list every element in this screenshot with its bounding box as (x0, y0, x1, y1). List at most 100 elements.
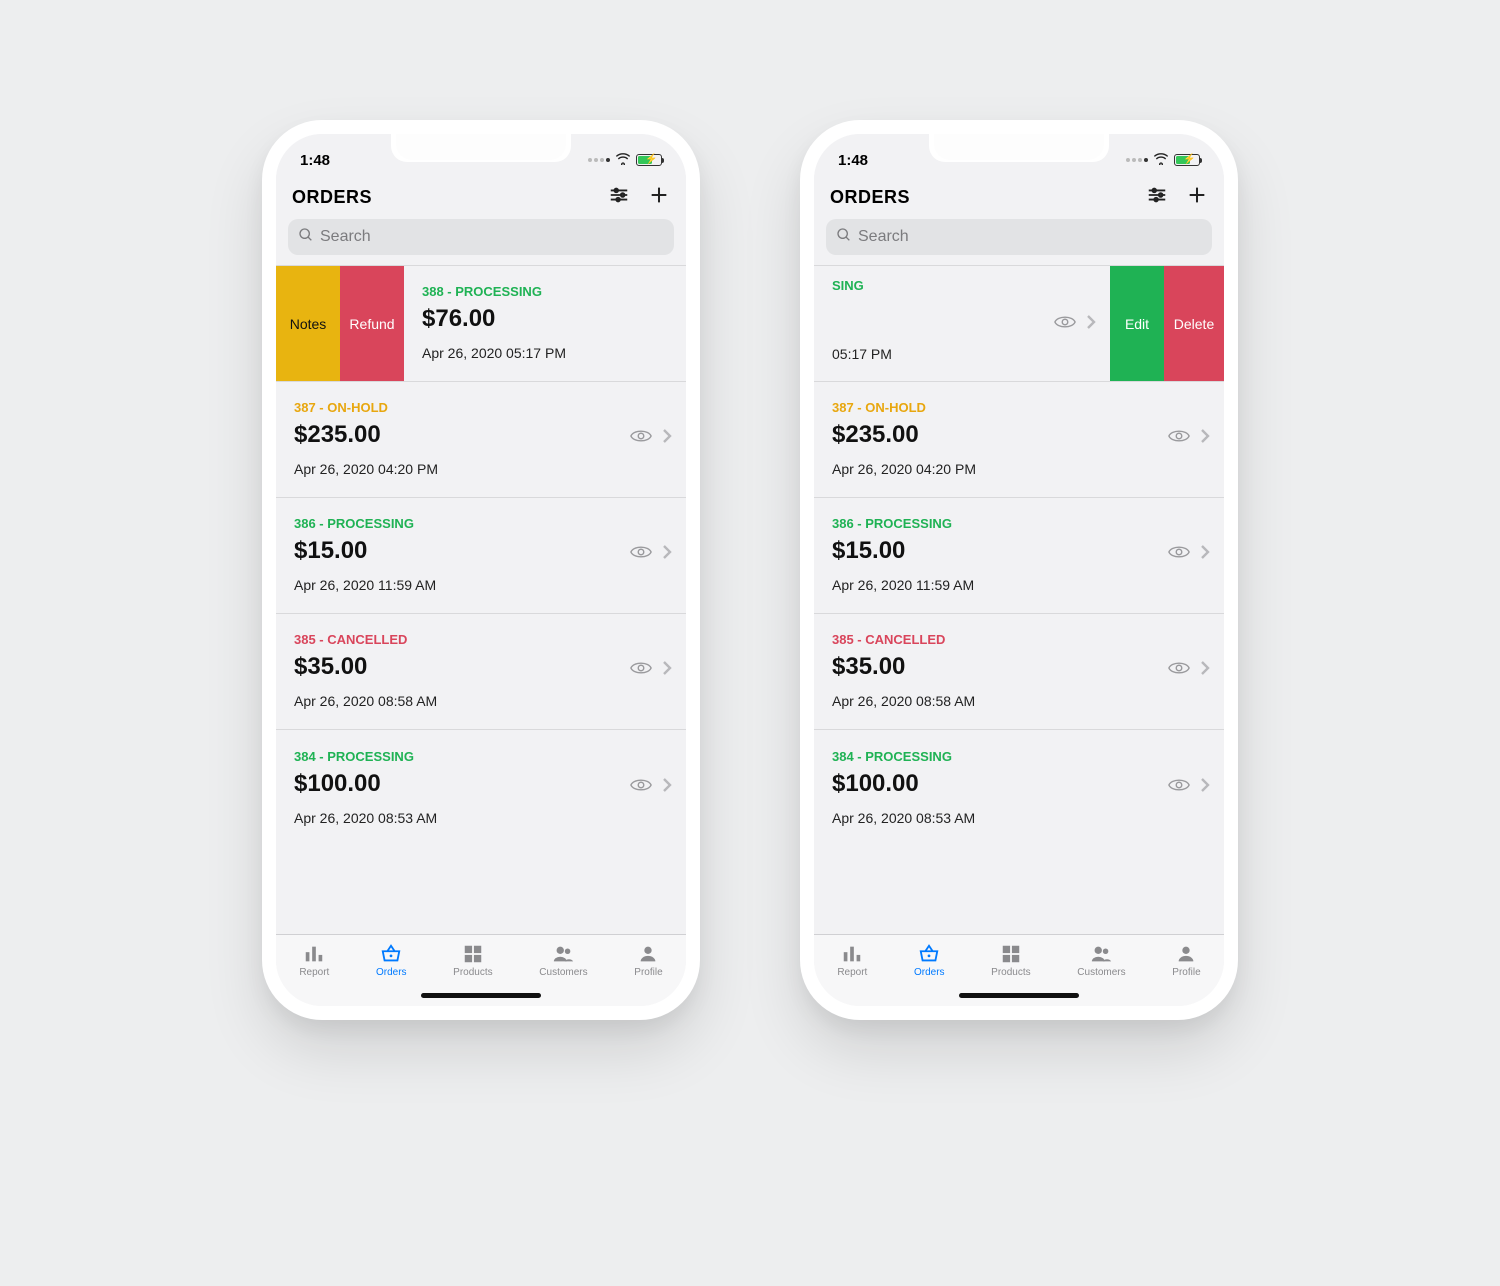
tab-label: Customers (1077, 967, 1125, 978)
tab-label: Profile (634, 967, 662, 978)
battery-icon: ⚡ (1174, 154, 1200, 166)
order-status: 387 - ON-HOLD (294, 400, 438, 415)
chevron-right-icon[interactable] (1200, 777, 1210, 798)
add-button[interactable] (1186, 184, 1208, 211)
order-row[interactable]: 385 - CANCELLED $35.00 Apr 26, 2020 08:5… (814, 614, 1224, 730)
eye-icon[interactable] (1168, 777, 1190, 798)
tab-customers[interactable]: Customers (539, 943, 587, 978)
tab-label: Report (299, 967, 329, 978)
search-input[interactable]: Search (826, 219, 1212, 255)
report-icon (303, 943, 325, 965)
order-amount: $100.00 (832, 770, 975, 798)
order-status: 385 - CANCELLED (832, 632, 975, 647)
order-row[interactable]: 384 - PROCESSING $100.00 Apr 26, 2020 08… (814, 730, 1224, 846)
chevron-right-icon[interactable] (662, 777, 672, 798)
tab-label: Products (991, 967, 1030, 978)
filter-button[interactable] (608, 184, 630, 211)
swipe-edit-button[interactable]: Edit (1110, 266, 1164, 381)
order-date: Apr 26, 2020 04:20 PM (294, 461, 438, 477)
eye-icon[interactable] (630, 777, 652, 798)
tab-customers[interactable]: Customers (1077, 943, 1125, 978)
order-date: Apr 26, 2020 08:53 AM (294, 810, 437, 826)
order-row[interactable]: 385 - CANCELLED $35.00 Apr 26, 2020 08:5… (276, 614, 686, 730)
tab-bar: Report Orders Products Customers Profile (276, 934, 686, 1006)
eye-icon[interactable] (1168, 660, 1190, 681)
order-amount: $15.00 (294, 537, 436, 565)
users-icon (552, 943, 574, 965)
basket-icon (918, 943, 940, 965)
search-placeholder: Search (320, 228, 371, 246)
users-icon (1090, 943, 1112, 965)
eye-icon[interactable] (1054, 314, 1076, 335)
chevron-right-icon[interactable] (662, 544, 672, 565)
order-amount: $76.00 (422, 305, 566, 333)
order-row[interactable]: 387 - ON-HOLD $235.00 Apr 26, 2020 04:20… (276, 382, 686, 498)
order-time-fragment: 05:17 PM (832, 346, 892, 362)
order-date: Apr 26, 2020 08:58 AM (294, 693, 437, 709)
order-row[interactable]: Notes Refund 388 - PROCESSING $76.00 Apr… (276, 266, 686, 382)
order-amount: $235.00 (832, 421, 976, 449)
chevron-right-icon[interactable] (1200, 428, 1210, 449)
order-status: 386 - PROCESSING (832, 516, 974, 531)
chevron-right-icon[interactable] (1086, 314, 1096, 335)
tab-products[interactable]: Products (453, 943, 492, 978)
order-amount: $235.00 (294, 421, 438, 449)
swipe-delete-button[interactable]: Delete (1164, 266, 1224, 381)
status-time: 1:48 (300, 152, 330, 169)
basket-icon (380, 943, 402, 965)
filter-button[interactable] (1146, 184, 1168, 211)
order-amount: $35.00 (832, 653, 975, 681)
order-status: 385 - CANCELLED (294, 632, 437, 647)
home-indicator[interactable] (421, 993, 541, 998)
chevron-right-icon[interactable] (1200, 544, 1210, 565)
eye-icon[interactable] (630, 544, 652, 565)
eye-icon[interactable] (1168, 544, 1190, 565)
eye-icon[interactable] (1168, 428, 1190, 449)
tab-report[interactable]: Report (299, 943, 329, 978)
order-amount: $100.00 (294, 770, 437, 798)
phone-mockup-left: 1:48 ⚡ ORDERS Search (262, 120, 700, 1020)
order-date: Apr 26, 2020 11:59 AM (294, 577, 436, 593)
chevron-right-icon[interactable] (1200, 660, 1210, 681)
swipe-notes-button[interactable]: Notes (276, 266, 340, 381)
tab-report[interactable]: Report (837, 943, 867, 978)
eye-icon[interactable] (630, 428, 652, 449)
tab-profile[interactable]: Profile (634, 943, 662, 978)
screen-header: ORDERS (276, 178, 686, 219)
tab-orders[interactable]: Orders (376, 943, 407, 978)
swipe-refund-button[interactable]: Refund (340, 266, 404, 381)
tab-label: Orders (376, 967, 407, 978)
profile-icon (637, 943, 659, 965)
add-button[interactable] (648, 184, 670, 211)
orders-list[interactable]: Notes Refund 388 - PROCESSING $76.00 Apr… (276, 265, 686, 934)
order-row[interactable]: 384 - PROCESSING $100.00 Apr 26, 2020 08… (276, 730, 686, 846)
order-date: Apr 26, 2020 11:59 AM (832, 577, 974, 593)
order-row[interactable]: SING 05:17 PM Edit Delete (814, 266, 1224, 382)
order-status: 384 - PROCESSING (832, 749, 975, 764)
tab-label: Report (837, 967, 867, 978)
order-row[interactable]: 387 - ON-HOLD $235.00 Apr 26, 2020 04:20… (814, 382, 1224, 498)
tab-label: Customers (539, 967, 587, 978)
chevron-right-icon[interactable] (662, 660, 672, 681)
cellular-icon (1126, 158, 1148, 162)
tab-bar: Report Orders Products Customers Profile (814, 934, 1224, 1006)
tab-orders[interactable]: Orders (914, 943, 945, 978)
order-row[interactable]: 386 - PROCESSING $15.00 Apr 26, 2020 11:… (276, 498, 686, 614)
tab-profile[interactable]: Profile (1172, 943, 1200, 978)
chevron-right-icon[interactable] (662, 428, 672, 449)
eye-icon[interactable] (630, 660, 652, 681)
battery-icon: ⚡ (636, 154, 662, 166)
tab-label: Profile (1172, 967, 1200, 978)
order-status: 388 - PROCESSING (422, 284, 566, 299)
order-row[interactable]: 386 - PROCESSING $15.00 Apr 26, 2020 11:… (814, 498, 1224, 614)
profile-icon (1175, 943, 1197, 965)
status-time: 1:48 (838, 152, 868, 169)
tab-label: Orders (914, 967, 945, 978)
order-status: 387 - ON-HOLD (832, 400, 976, 415)
orders-list[interactable]: SING 05:17 PM Edit Delete (814, 265, 1224, 934)
tab-products[interactable]: Products (991, 943, 1030, 978)
home-indicator[interactable] (959, 993, 1079, 998)
tab-label: Products (453, 967, 492, 978)
report-icon (841, 943, 863, 965)
search-input[interactable]: Search (288, 219, 674, 255)
